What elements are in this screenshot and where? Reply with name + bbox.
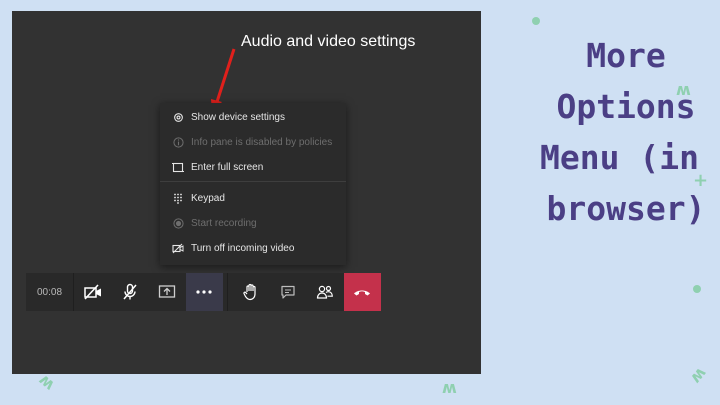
menu-item-label: Keypad	[191, 193, 225, 204]
more-options-button[interactable]	[185, 273, 224, 311]
slide-title-line: Menu (in a	[540, 138, 720, 177]
chat-button[interactable]	[269, 273, 306, 311]
menu-item-show-device-settings[interactable]: Show device settings	[160, 105, 346, 130]
keypad-icon	[172, 193, 184, 205]
raise-hand-button[interactable]	[232, 273, 269, 311]
participants-icon	[317, 285, 334, 299]
call-timer: 00:08	[26, 273, 75, 311]
record-icon	[172, 218, 184, 230]
mic-muted-icon	[123, 283, 137, 300]
menu-item-label: Enter full screen	[191, 162, 264, 173]
hang-up-icon	[354, 290, 371, 296]
menu-item-label: Info pane is disabled by policies	[191, 137, 333, 148]
menu-item-info-pane: Info pane is disabled by policies	[160, 130, 346, 155]
menu-item-enter-full-screen[interactable]: Enter full screen	[160, 155, 346, 180]
decor-squiggle: ʍ	[442, 378, 457, 397]
hang-up-button[interactable]	[343, 273, 382, 311]
menu-divider	[160, 181, 346, 182]
menu-item-label: Show device settings	[191, 112, 285, 123]
chat-icon	[281, 285, 295, 299]
slide-title-line: Options	[556, 87, 696, 126]
menu-item-start-recording: Start recording	[160, 211, 346, 236]
slide-title-line: More	[586, 36, 666, 75]
slide-title: More Options Menu (in a browser)	[540, 30, 720, 234]
decor-dot	[532, 17, 540, 25]
share-screen-button[interactable]	[149, 273, 186, 311]
participants-button[interactable]	[307, 273, 344, 311]
meeting-screen: Audio and video settings Show device set…	[12, 11, 481, 374]
gear-icon	[172, 112, 184, 124]
decor-squiggle: ʍ	[685, 362, 710, 387]
call-toolbar: 00:08	[26, 273, 382, 311]
camera-off-icon	[83, 284, 101, 300]
menu-item-label: Start recording	[191, 218, 257, 229]
decor-dot	[693, 285, 701, 293]
share-screen-icon	[159, 285, 176, 298]
camera-toggle-button[interactable]	[74, 273, 111, 311]
menu-item-label: Turn off incoming video	[191, 243, 295, 254]
fullscreen-icon	[172, 162, 184, 174]
more-options-icon	[196, 290, 213, 294]
menu-item-turn-off-incoming-video[interactable]: Turn off incoming video	[160, 236, 346, 261]
video-off-icon	[172, 243, 184, 255]
mic-toggle-button[interactable]	[111, 273, 148, 311]
info-icon	[172, 137, 184, 149]
slide-title-line: browser)	[546, 189, 706, 228]
menu-item-keypad[interactable]: Keypad	[160, 186, 346, 211]
more-options-menu: Show device settings Info pane is disabl…	[160, 103, 346, 265]
toolbar-divider	[227, 273, 229, 311]
raise-hand-icon	[243, 283, 256, 301]
